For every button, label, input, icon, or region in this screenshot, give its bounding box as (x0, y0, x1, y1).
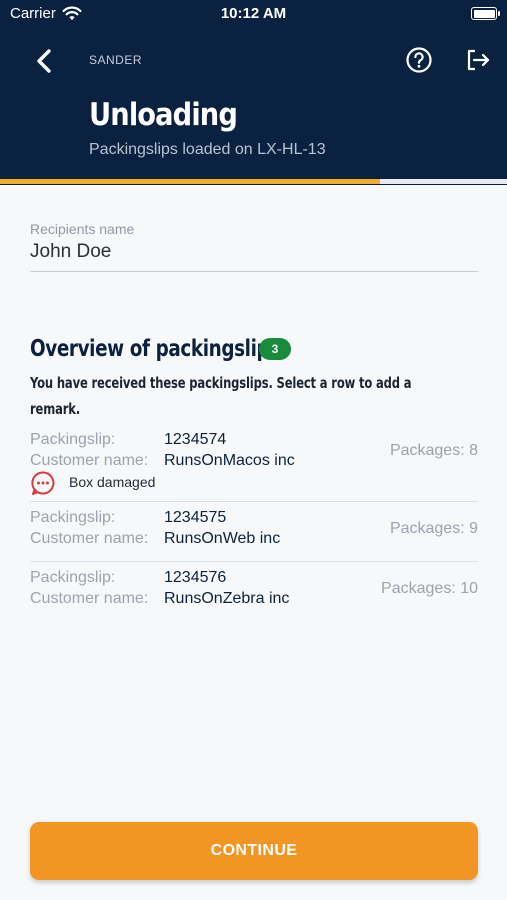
remark-text: Box damaged (69, 474, 156, 490)
packingslip-row[interactable]: Packingslip: 1234576 Customer name: Runs… (30, 565, 478, 615)
app-header: Carrier 10:12 AM SANDER Unloading Packin… (0, 0, 507, 185)
count-badge: 3 (259, 338, 291, 360)
customer-label: Customer name: (30, 530, 149, 547)
logout-icon (467, 49, 490, 71)
input-underline (30, 271, 478, 272)
packages-count: Packages: 8 (389, 442, 478, 459)
overview-title: Overview of packingslips (30, 336, 280, 362)
packages-count: Packages: 9 (389, 520, 478, 537)
overview-description: You have received these packingslips. Se… (30, 374, 412, 418)
battery-icon (471, 7, 500, 20)
chat-bubble-icon (31, 471, 55, 495)
clock: 10:12 AM (220, 5, 287, 22)
packingslip-number: 1234574 (164, 431, 227, 448)
progress-bar (0, 179, 507, 184)
packingslip-row[interactable]: Packingslip: 1234574 Customer name: Runs… (30, 427, 478, 497)
row-divider (30, 561, 478, 562)
packingslip-number: 1234575 (164, 509, 227, 526)
continue-button[interactable]: CONTINUE (30, 822, 478, 880)
progress-fill (0, 179, 381, 184)
customer-name: RunsOnWeb inc (164, 530, 281, 547)
logout-button[interactable] (464, 46, 492, 74)
packingslip-number: 1234576 (164, 569, 227, 586)
packingslip-row[interactable]: Packingslip: 1234575 Customer name: Runs… (30, 505, 478, 555)
back-button[interactable] (28, 44, 62, 78)
recipient-label: Recipients name (30, 221, 135, 237)
user-name: SANDER (89, 53, 143, 67)
customer-label: Customer name: (30, 590, 149, 607)
remark: Box damaged (30, 470, 330, 496)
packages-count: Packages: 10 (381, 580, 478, 597)
packingslip-label: Packingslip: (30, 509, 116, 526)
packingslip-label: Packingslip: (30, 431, 116, 448)
recipient-name-input[interactable]: John Doe (30, 241, 111, 263)
status-bar: Carrier 10:12 AM (0, 0, 507, 28)
question-circle-icon (406, 47, 432, 73)
page-subtitle: Packingslips loaded on LX-HL-13 (89, 141, 326, 158)
row-divider (30, 501, 478, 502)
customer-name: RunsOnZebra inc (164, 590, 290, 607)
main-content: Recipients name John Doe Overview of pac… (0, 185, 507, 900)
help-button[interactable] (405, 46, 433, 74)
customer-label: Customer name: (30, 452, 149, 469)
page-title: Unloading (89, 97, 238, 133)
chevron-left-icon (37, 49, 51, 73)
packingslip-label: Packingslip: (30, 569, 116, 586)
customer-name: RunsOnMacos inc (164, 452, 295, 469)
